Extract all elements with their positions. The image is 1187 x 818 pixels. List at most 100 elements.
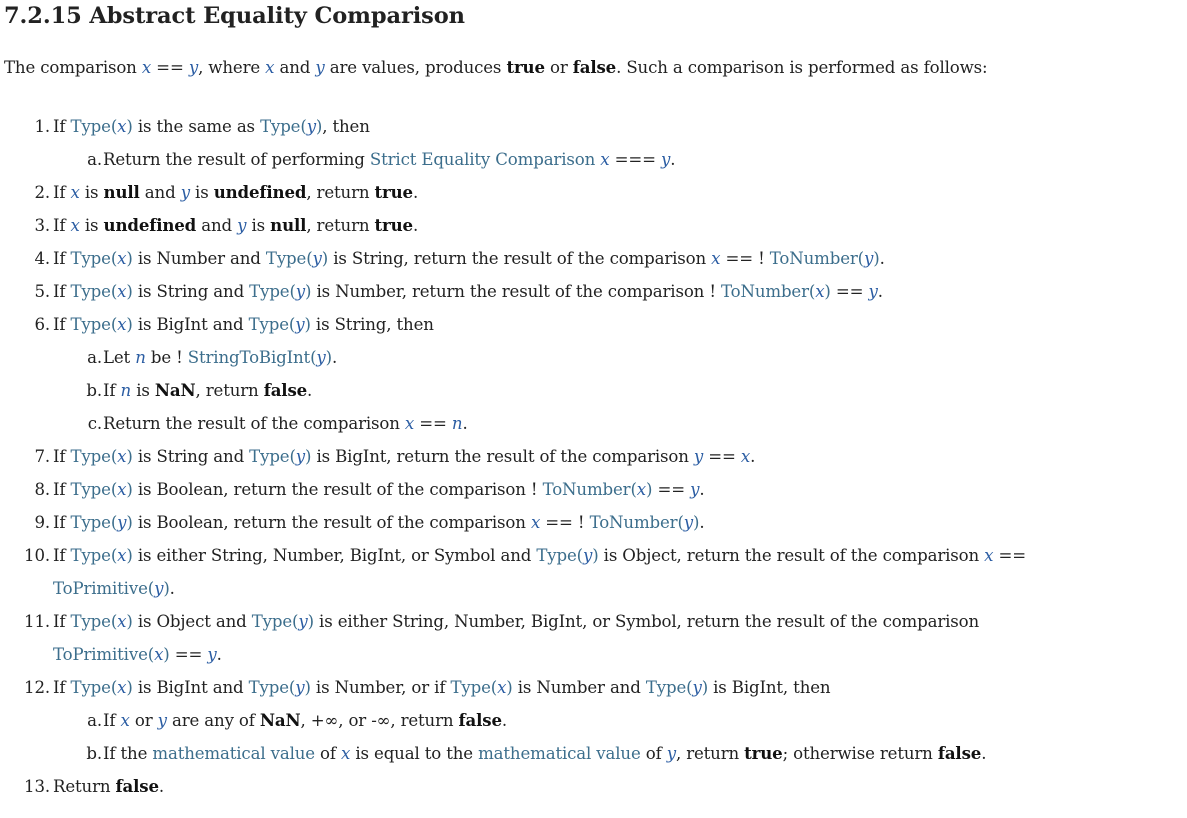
link-type[interactable]: Type <box>71 546 111 565</box>
link-type[interactable]: Type <box>266 249 306 268</box>
intro-text: , where <box>198 58 266 77</box>
var-x: x <box>117 117 127 136</box>
var-y: y <box>666 744 676 763</box>
var-y: y <box>298 612 308 631</box>
substep-number: a. <box>87 348 102 367</box>
step-12a: a. If x or y are any of NaN, +∞, or -∞, r… <box>53 704 1153 737</box>
step-text: . <box>331 348 338 367</box>
var-x: x <box>70 216 80 235</box>
keyword-null: null <box>270 215 307 235</box>
section-title: 7.2.15 Abstract Equality Comparison <box>4 3 465 29</box>
step-text: If <box>53 513 71 532</box>
link-tonumber[interactable]: ToNumber <box>770 249 858 268</box>
var-n: n <box>135 348 146 367</box>
link-type[interactable]: Type <box>71 447 111 466</box>
var-y: y <box>180 183 190 202</box>
link-tonumber[interactable]: ToNumber <box>721 282 809 301</box>
link-type[interactable]: Type <box>252 612 292 631</box>
step-text: If <box>53 249 71 268</box>
step-text: is Number and <box>132 249 266 268</box>
var-x: x <box>711 249 721 268</box>
link-type[interactable]: Type <box>249 447 289 466</box>
step-text: is either String, Number, BigInt, or Sym… <box>132 546 537 565</box>
step-text: . <box>699 513 705 532</box>
step-text: is BigInt, return the result of the comp… <box>311 447 694 466</box>
step-13: 13. Return false. <box>0 770 1153 803</box>
operator: == <box>169 645 208 664</box>
link-type[interactable]: Type <box>71 282 111 301</box>
link-type[interactable]: Type <box>71 678 111 697</box>
link-type[interactable]: Type <box>249 678 289 697</box>
intro-paragraph: The comparison x == y, where x and y are… <box>4 54 988 81</box>
var-y: y <box>692 678 702 697</box>
var-y: y <box>690 480 700 499</box>
var-x: x <box>341 744 351 763</box>
step-text: is either String, Number, BigInt, or Sym… <box>313 612 980 631</box>
step-6: 6. If Type(x) is BigInt and Type(y) is St… <box>0 308 1153 440</box>
link-mathematical-value[interactable]: mathematical value <box>478 744 641 763</box>
step-text: , +∞, or -∞, return <box>300 711 459 730</box>
step-text: of <box>314 744 342 763</box>
link-type[interactable]: Type <box>71 513 111 532</box>
var-x: x <box>497 678 507 697</box>
intro-text: The comparison <box>4 58 142 77</box>
link-tonumber[interactable]: ToNumber <box>590 513 678 532</box>
step-text: is equal to the <box>350 744 479 763</box>
step-number: 9. <box>34 513 50 532</box>
step-text: . <box>216 645 222 664</box>
step-text: Let <box>103 348 136 367</box>
step-text: is <box>189 183 214 202</box>
step-text: is Object, return the result of the comp… <box>598 546 985 565</box>
var-x: x <box>984 546 994 565</box>
var-y: y <box>295 282 306 301</box>
link-type[interactable]: Type <box>71 612 111 631</box>
step-number: 6. <box>34 315 50 334</box>
operator: == <box>830 282 869 301</box>
link-type[interactable]: Type <box>71 249 111 268</box>
step-6a: a. Let n be ! StringToBigInt(y). <box>53 341 1153 374</box>
var-y: y <box>316 348 326 367</box>
substep-number: c. <box>87 414 102 433</box>
step-6c: c. Return the result of the comparison x … <box>53 407 1153 440</box>
step-text: Return the result of the comparison <box>103 414 405 433</box>
step-text: , return <box>306 216 375 235</box>
step-text: If the <box>103 744 153 763</box>
keyword-true: true <box>744 743 783 763</box>
step-text: . <box>877 282 883 301</box>
link-stringtobigint[interactable]: StringToBigInt <box>188 348 310 367</box>
var-n: n <box>451 414 463 433</box>
step-12: 12. If Type(x) is BigInt and Type(y) is N… <box>0 671 1153 770</box>
link-type[interactable]: Type <box>249 315 289 334</box>
var-x: x <box>265 58 275 77</box>
link-toprimitive[interactable]: ToPrimitive <box>53 645 148 664</box>
var-y: y <box>117 513 127 532</box>
step-text: is String and <box>132 447 250 466</box>
step-text: is <box>131 381 155 400</box>
link-mathematical-value[interactable]: mathematical value <box>152 744 315 763</box>
var-x: x <box>117 282 127 301</box>
link-type[interactable]: Type <box>249 282 289 301</box>
link-type[interactable]: Type <box>536 546 576 565</box>
step-text: is <box>79 183 104 202</box>
link-type[interactable]: Type <box>646 678 686 697</box>
step-text: . <box>981 744 987 763</box>
step-text: If <box>53 447 71 466</box>
link-tonumber[interactable]: ToNumber <box>543 480 631 499</box>
step-text: . <box>169 579 175 598</box>
link-type[interactable]: Type <box>71 480 111 499</box>
var-x: x <box>636 480 646 499</box>
step-7: 7. If Type(x) is String and Type(y) is Bi… <box>0 440 1153 473</box>
link-strict-equality-comparison[interactable]: Strict Equality Comparison <box>370 150 595 169</box>
link-type[interactable]: Type <box>260 117 300 136</box>
var-y: y <box>683 513 694 532</box>
step-text: , return <box>195 381 264 400</box>
step-text: is Number, return the result of the comp… <box>311 282 721 301</box>
step-text: . <box>158 777 164 796</box>
link-toprimitive[interactable]: ToPrimitive <box>53 579 148 598</box>
link-type[interactable]: Type <box>450 678 490 697</box>
var-x: x <box>70 183 80 202</box>
var-y: y <box>315 58 325 77</box>
link-type[interactable]: Type <box>71 315 111 334</box>
substep-number: a. <box>87 150 102 169</box>
link-type[interactable]: Type <box>71 117 111 136</box>
